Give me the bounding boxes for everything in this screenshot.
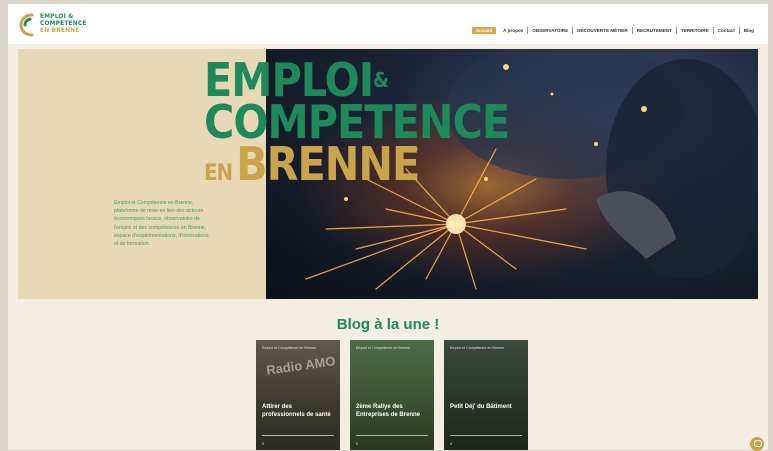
site-logo[interactable]: EMPLOI & COMPETENCE EN BRENNE: [18, 12, 98, 40]
chat-bubble-icon: [754, 440, 762, 447]
nav-item-contact[interactable]: Contact: [714, 27, 740, 34]
card-photo-sign: Radio AMO: [265, 353, 337, 378]
card-divider: [262, 435, 334, 436]
logo-text: EMPLOI & COMPETENCE EN BRENNE: [40, 13, 87, 34]
chat-button[interactable]: [750, 437, 764, 451]
blog-heading: Blog à la une !: [336, 316, 440, 333]
nav-item-accueil[interactable]: Accueil: [471, 27, 497, 34]
card-title[interactable]: Attirer des professionnels de santé: [262, 404, 336, 419]
card-meta: Emploi et Compétence en Brenne: [356, 346, 410, 350]
hero-title: EMPLOI& COMPETENCE ENBRENNE: [204, 57, 510, 195]
hero-title-amp: &: [373, 68, 389, 92]
blog-card[interactable]: Radio AMO Emploi et Compétence en Brenne…: [256, 340, 340, 450]
card-title[interactable]: Petit Déj' du Bâtiment: [450, 404, 524, 412]
site-header: EMPLOI & COMPETENCE EN BRENNE Accueil À …: [8, 4, 768, 44]
nav-item-blog[interactable]: Blog: [740, 27, 758, 34]
card-divider: [450, 435, 522, 436]
hero-title-brenne: BRENNE: [236, 137, 420, 191]
page: EMPLOI & COMPETENCE EN BRENNE Accueil À …: [8, 4, 768, 450]
hero-banner: EMPLOI& COMPETENCE ENBRENNE Emploi et Co…: [18, 49, 758, 299]
card-divider: [356, 435, 428, 436]
nav-item-recrutement[interactable]: RECRUTEMENT: [633, 27, 677, 34]
card-comments: 0: [262, 441, 265, 446]
hero-title-en: EN: [204, 161, 233, 186]
blog-cards: Radio AMO Emploi et Compétence en Brenne…: [256, 340, 546, 450]
card-meta: Emploi et Compétence en Brenne: [450, 346, 504, 350]
hero-description: Emploi et Compétence en Brenne, platefor…: [114, 200, 209, 248]
blog-card[interactable]: Emploi et Compétence en Brenne 2ème Rall…: [350, 340, 434, 450]
nav-item-observatoire[interactable]: OBSERVATOIRE: [528, 27, 574, 34]
nav-item-territoire[interactable]: TERRITOIRE: [677, 27, 714, 34]
card-comments: 0: [450, 441, 453, 446]
nav-item-decouverte-metier[interactable]: DÉCOUVERTE MÉTIER: [573, 27, 633, 34]
main-nav: Accueil À propos OBSERVATOIRE DÉCOUVERTE…: [471, 27, 758, 34]
nav-item-a-propos[interactable]: À propos: [499, 27, 529, 34]
blog-card[interactable]: Emploi et Compétence en Brenne Petit Déj…: [444, 340, 528, 450]
card-comments: 0: [356, 441, 359, 446]
logo-line-3: EN BRENNE: [40, 26, 80, 34]
card-title[interactable]: 2ème Rallye des Entreprises de Brenne: [356, 404, 430, 419]
logo-mark-icon: [19, 13, 34, 37]
card-meta: Emploi et Compétence en Brenne: [262, 346, 316, 350]
